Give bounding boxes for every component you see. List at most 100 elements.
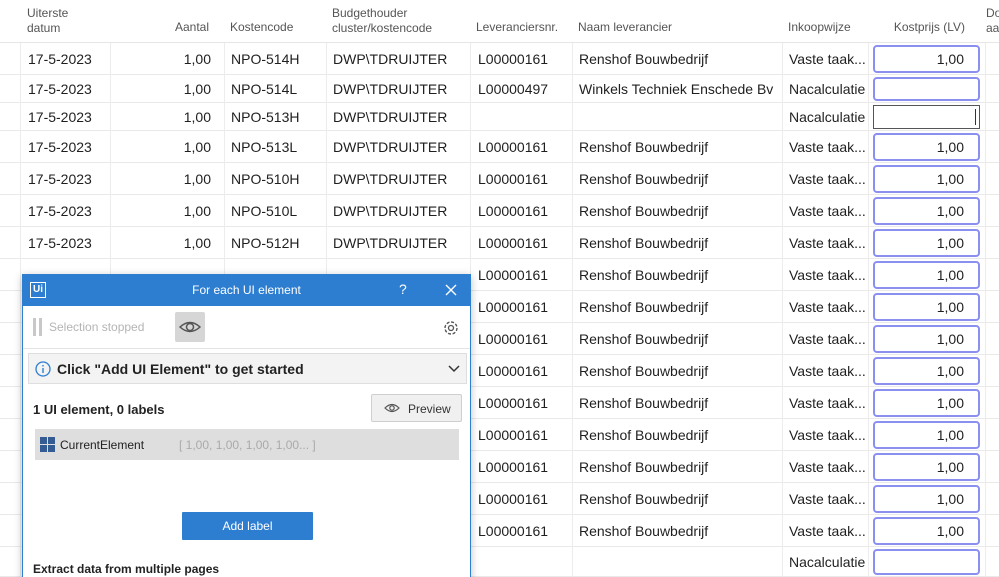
cell-inkoop: Vaste taak... [789,266,866,283]
close-icon[interactable] [441,279,461,301]
kostprijs-input[interactable]: 1,00 [873,389,980,417]
cell-datum: 17-5-2023 [28,202,92,219]
cell-aantal: 1,00 [183,108,211,125]
ui-element-row[interactable]: CurrentElement [ 1,00, 1,00, 1,00, 1,00.… [35,429,459,460]
cell-budget: DWP\TDRUIJTER [333,50,448,67]
cell-naam: Renshof Bouwbedrijf [579,170,709,187]
kostprijs-input[interactable]: 1,00 [873,229,980,257]
element-name: CurrentElement [60,438,145,452]
gear-icon[interactable] [442,319,460,337]
cell-naam: Renshof Bouwbedrijf [579,362,709,379]
header-line: datum [27,21,61,35]
cell-kostencode: NPO-513L [231,138,298,155]
info-icon [35,361,51,377]
eye-icon [384,403,400,413]
cell-levnr: L00000161 [478,362,549,379]
preview-button[interactable]: Preview [371,394,462,422]
column-divider [782,43,783,577]
cell-naam: Renshof Bouwbedrijf [579,522,709,539]
cell-kostencode: NPO-510L [231,202,298,219]
banner-text: Click "Add UI Element" to get started [57,361,304,377]
cell-budget: DWP\TDRUIJTER [333,108,448,125]
kostprijs-input[interactable]: 1,00 [873,293,980,321]
cell-naam: Renshof Bouwbedrijf [579,426,709,443]
header-line: Do [986,6,999,20]
kostprijs-input[interactable]: 1,00 [873,197,980,225]
highlight-toggle-button[interactable] [175,312,205,342]
cell-levnr: L00000161 [478,394,549,411]
kostprijs-input[interactable]: 1,00 [873,45,980,73]
cell-naam: Renshof Bouwbedrijf [579,202,709,219]
cell-aantal: 1,00 [183,202,211,219]
cell-inkoop: Nacalculatie [789,108,866,125]
header-line: cluster/kostencode [332,21,433,35]
cell-budget: DWP\TDRUIJTER [333,138,448,155]
table-row[interactable]: 17-5-2023 1,00 NPO-510L DWP\TDRUIJTER L00000… [0,195,999,227]
cell-levnr: L00000161 [478,266,549,283]
kostprijs-input[interactable]: 1,00 [873,421,980,449]
column-divider [985,43,986,577]
cell-inkoop: Vaste taak... [789,138,866,155]
extract-multiple-pages-label[interactable]: Extract data from multiple pages [33,562,219,576]
cell-inkoop: Vaste taak... [789,458,866,475]
add-label-button[interactable]: Add label [182,512,313,540]
cell-aantal: 1,00 [183,80,211,97]
table-row[interactable]: 17-5-2023 1,00 NPO-514H DWP\TDRUIJTER L00000… [0,43,999,75]
cell-kostencode: NPO-514L [231,80,298,97]
cell-naam: Renshof Bouwbedrijf [579,298,709,315]
help-button[interactable]: ? [399,281,407,297]
cell-inkoop: Vaste taak... [789,170,866,187]
cell-inkoop: Vaste taak... [789,298,866,315]
cell-budget: DWP\TDRUIJTER [333,234,448,251]
cell-levnr: L00000161 [478,50,549,67]
cell-datum: 17-5-2023 [28,138,92,155]
table-row[interactable]: 17-5-2023 1,00 NPO-514L DWP\TDRUIJTER L00000… [0,75,999,103]
kostprijs-input[interactable] [873,549,980,575]
cell-naam: Renshof Bouwbedrijf [579,394,709,411]
cell-datum: 17-5-2023 [28,234,92,251]
cell-naam: Renshof Bouwbedrijf [579,458,709,475]
cell-aantal: 1,00 [183,138,211,155]
cell-naam: Renshof Bouwbedrijf [579,490,709,507]
cell-kostencode: NPO-512H [231,234,300,251]
table-row[interactable]: 17-5-2023 1,00 NPO-512H DWP\TDRUIJTER L00000… [0,227,999,259]
kostprijs-input[interactable] [873,105,980,129]
cell-budget: DWP\TDRUIJTER [333,80,448,97]
cell-levnr: L00000497 [478,80,549,97]
cell-inkoop: Vaste taak... [789,234,866,251]
dialog-title-bar[interactable]: Ui For each UI element ? [23,275,470,306]
preview-label: Preview [408,402,451,416]
element-count: 1 UI element, 0 labels [33,402,165,417]
table-row[interactable]: 17-5-2023 1,00 NPO-510H DWP\TDRUIJTER L00000… [0,163,999,195]
column-divider [20,43,21,577]
cell-datum: 17-5-2023 [28,50,92,67]
eye-icon [178,321,202,333]
cell-aantal: 1,00 [183,50,211,67]
selection-status: Selection stopped [49,320,145,334]
cell-aantal: 1,00 [183,170,211,187]
cell-aantal: 1,00 [183,234,211,251]
cell-levnr: L00000161 [478,490,549,507]
kostprijs-input[interactable]: 1,00 [873,485,980,513]
cell-budget: DWP\TDRUIJTER [333,170,448,187]
cell-inkoop: Nacalculatie [789,553,866,570]
kostprijs-input[interactable]: 1,00 [873,165,980,193]
table-row[interactable]: 17-5-2023 1,00 NPO-513H DWP\TDRUIJTER Nacalc… [0,103,999,131]
kostprijs-input[interactable]: 1,00 [873,325,980,353]
kostprijs-input[interactable]: 1,00 [873,357,980,385]
kostprijs-input[interactable] [873,77,980,101]
pause-icon[interactable] [33,318,43,336]
getting-started-banner[interactable]: Click "Add UI Element" to get started [28,353,467,384]
table-row[interactable]: 17-5-2023 1,00 NPO-513L DWP\TDRUIJTER L00000… [0,131,999,163]
cell-naam: Renshof Bouwbedrijf [579,330,709,347]
kostprijs-input[interactable]: 1,00 [873,517,980,545]
cell-levnr [478,547,570,576]
kostprijs-input[interactable]: 1,00 [873,261,980,289]
cell-levnr: L00000161 [478,330,549,347]
cell-inkoop: Vaste taak... [789,490,866,507]
chevron-down-icon[interactable] [447,363,461,375]
cell-inkoop: Vaste taak... [789,330,866,347]
kostprijs-input[interactable]: 1,00 [873,133,980,161]
cell-inkoop: Vaste taak... [789,426,866,443]
kostprijs-input[interactable]: 1,00 [873,453,980,481]
